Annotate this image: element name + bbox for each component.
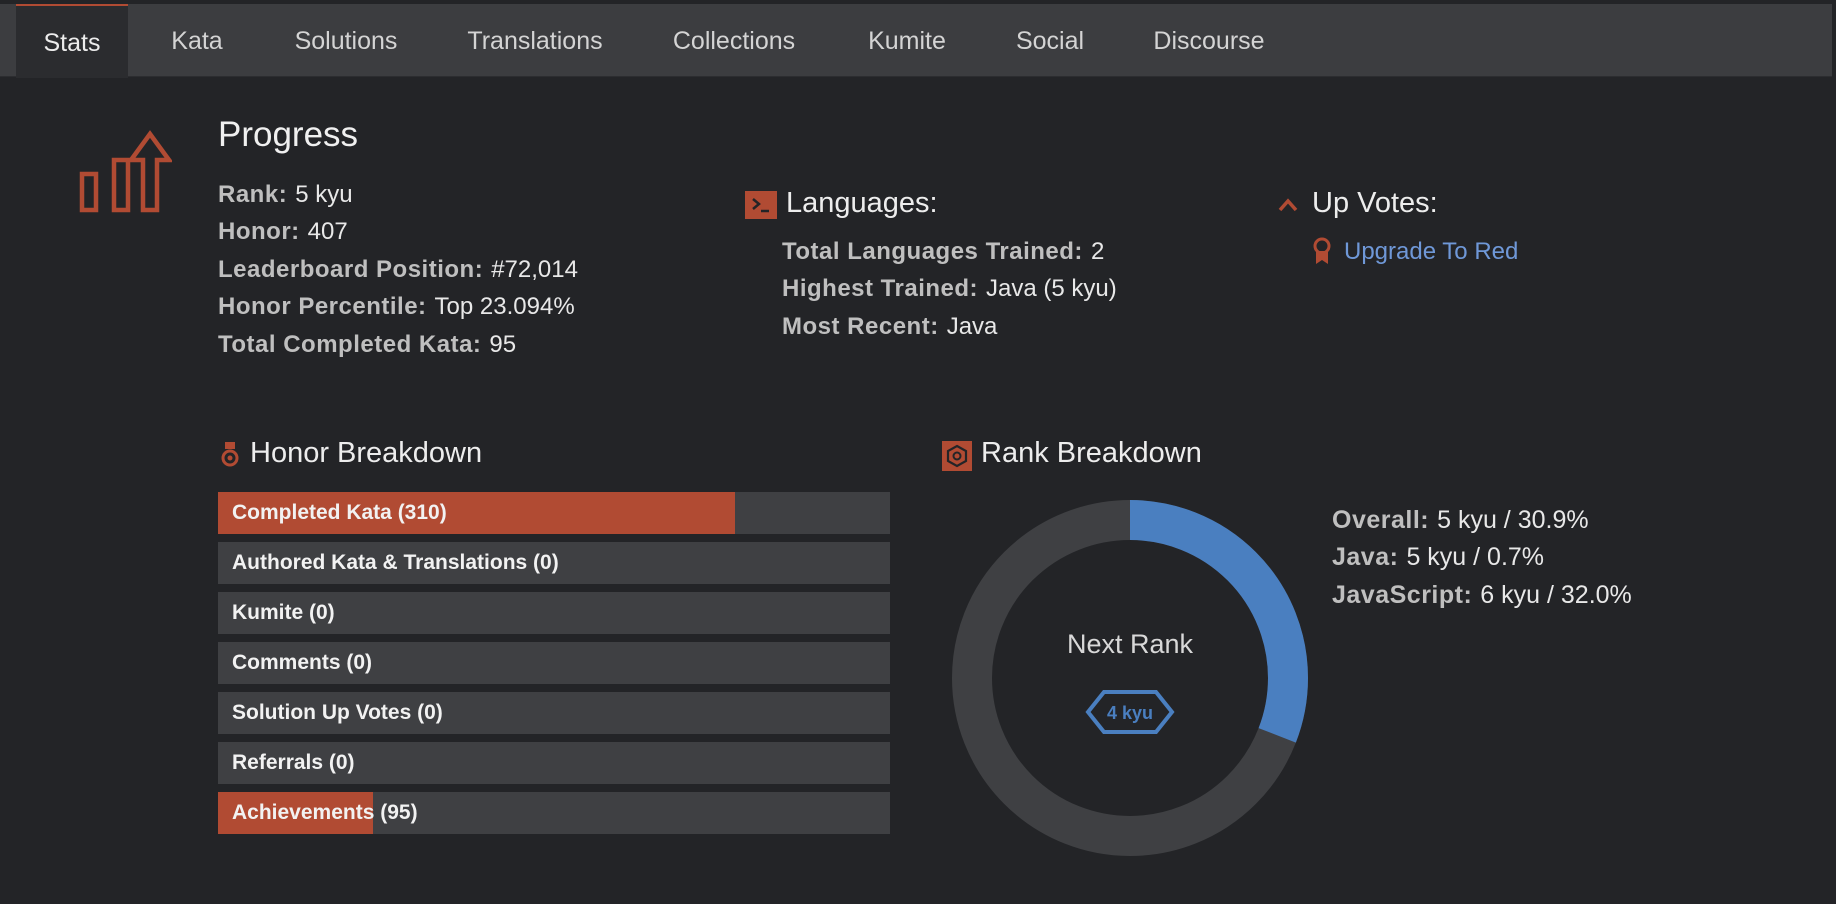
- tab-discourse[interactable]: Discourse: [1140, 4, 1278, 76]
- stat-label: Highest Trained:: [782, 275, 979, 302]
- honor-bar-referrals: Referrals (0): [218, 742, 890, 784]
- honor-bar-completed-kata: Completed Kata (310): [218, 492, 890, 534]
- stat-value: Java (5 kyu): [986, 275, 1117, 302]
- bar-label: Completed Kata (310): [232, 501, 447, 524]
- honor-breakdown-title: Honor Breakdown: [250, 437, 483, 469]
- bar-label: Authored Kata & Translations (0): [232, 551, 559, 574]
- stat-label: Leaderboard Position:: [218, 256, 484, 283]
- rank-label: JavaScript:: [1332, 581, 1473, 609]
- upgrade-to-red-link[interactable]: Upgrade To Red: [1344, 238, 1518, 266]
- rank-javascript: JavaScript: 6 kyu / 32.0%: [1332, 581, 1632, 610]
- chevron-up-icon: [1278, 198, 1298, 212]
- stat-total-completed-kata: Total Completed Kata: 95: [218, 331, 516, 359]
- upvotes-title: Up Votes:: [1312, 187, 1438, 219]
- stat-honor-percentile: Honor Percentile: Top 23.094%: [218, 293, 575, 321]
- tab-stats[interactable]: Stats: [16, 4, 128, 78]
- stat-value: 95: [489, 331, 517, 358]
- ribbon-award-icon: [1313, 237, 1331, 264]
- rank-overall: Overall: 5 kyu / 30.9%: [1332, 506, 1589, 535]
- honor-bar-comments: Comments (0): [218, 642, 890, 684]
- rank-value: 5 kyu / 30.9%: [1437, 506, 1589, 534]
- bar-label: Comments (0): [232, 651, 373, 674]
- bar-label: Referrals (0): [232, 751, 355, 774]
- stat-highest-trained: Highest Trained: Java (5 kyu): [782, 275, 1117, 303]
- honor-bar-achievements: Achievements (95): [218, 792, 890, 834]
- stat-total-languages: Total Languages Trained: 2: [782, 238, 1104, 266]
- stat-label: Total Languages Trained:: [782, 238, 1083, 265]
- stat-label: Total Completed Kata:: [218, 331, 482, 358]
- rank-label: Overall:: [1332, 506, 1430, 534]
- next-rank-label: Next Rank: [1067, 629, 1194, 659]
- tab-social[interactable]: Social: [1004, 4, 1096, 76]
- honor-bar-kumite: Kumite (0): [218, 592, 890, 634]
- bar-label: Solution Up Votes (0): [232, 701, 443, 724]
- stat-value: Top 23.094%: [434, 293, 575, 320]
- rank-breakdown-title: Rank Breakdown: [981, 437, 1202, 469]
- honor-bar-authored-kata: Authored Kata & Translations (0): [218, 542, 890, 584]
- stat-label: Honor Percentile:: [218, 293, 427, 320]
- stat-value: Java: [946, 313, 998, 340]
- next-rank-value: 4 kyu: [1107, 703, 1153, 723]
- terminal-icon: [745, 191, 777, 219]
- honor-bar-solution-up-votes: Solution Up Votes (0): [218, 692, 890, 734]
- tab-kumite[interactable]: Kumite: [852, 4, 962, 76]
- rank-value: 6 kyu / 32.0%: [1480, 581, 1632, 609]
- rank-label: Java:: [1332, 543, 1399, 571]
- stat-label: Most Recent:: [782, 313, 939, 340]
- profile-stats-page: Stats Kata Solutions Translations Collec…: [0, 0, 1836, 904]
- bar-chart-up-icon: [79, 130, 172, 213]
- stat-value: 407: [307, 218, 348, 245]
- tab-collections[interactable]: Collections: [656, 4, 812, 76]
- progress-title: Progress: [218, 115, 359, 154]
- medal-icon: [221, 442, 239, 467]
- stat-honor: Honor: 407: [218, 218, 348, 246]
- tab-solutions[interactable]: Solutions: [278, 4, 414, 76]
- languages-title: Languages:: [786, 187, 938, 219]
- stat-rank: Rank: 5 kyu: [218, 181, 353, 209]
- tab-translations[interactable]: Translations: [454, 4, 616, 76]
- profile-tab-bar: Stats Kata Solutions Translations Collec…: [0, 4, 1832, 78]
- stat-value: 2: [1090, 238, 1105, 265]
- tab-kata[interactable]: Kata: [150, 4, 244, 76]
- bar-label: Kumite (0): [232, 601, 335, 624]
- rank-value: 5 kyu / 0.7%: [1406, 543, 1545, 571]
- rank-progress-ring: Next Rank 4 kyu: [952, 500, 1308, 856]
- rank-java: Java: 5 kyu / 0.7%: [1332, 543, 1544, 572]
- stat-most-recent: Most Recent: Java: [782, 313, 997, 341]
- bar-label: Achievements (95): [232, 801, 418, 824]
- stat-label: Honor:: [218, 218, 300, 245]
- stat-label: Rank:: [218, 181, 288, 208]
- hexagon-badge-icon: [942, 441, 972, 471]
- stat-value: #72,014: [491, 256, 578, 283]
- stat-leaderboard-position: Leaderboard Position: #72,014: [218, 256, 578, 284]
- stat-value: 5 kyu: [295, 181, 353, 208]
